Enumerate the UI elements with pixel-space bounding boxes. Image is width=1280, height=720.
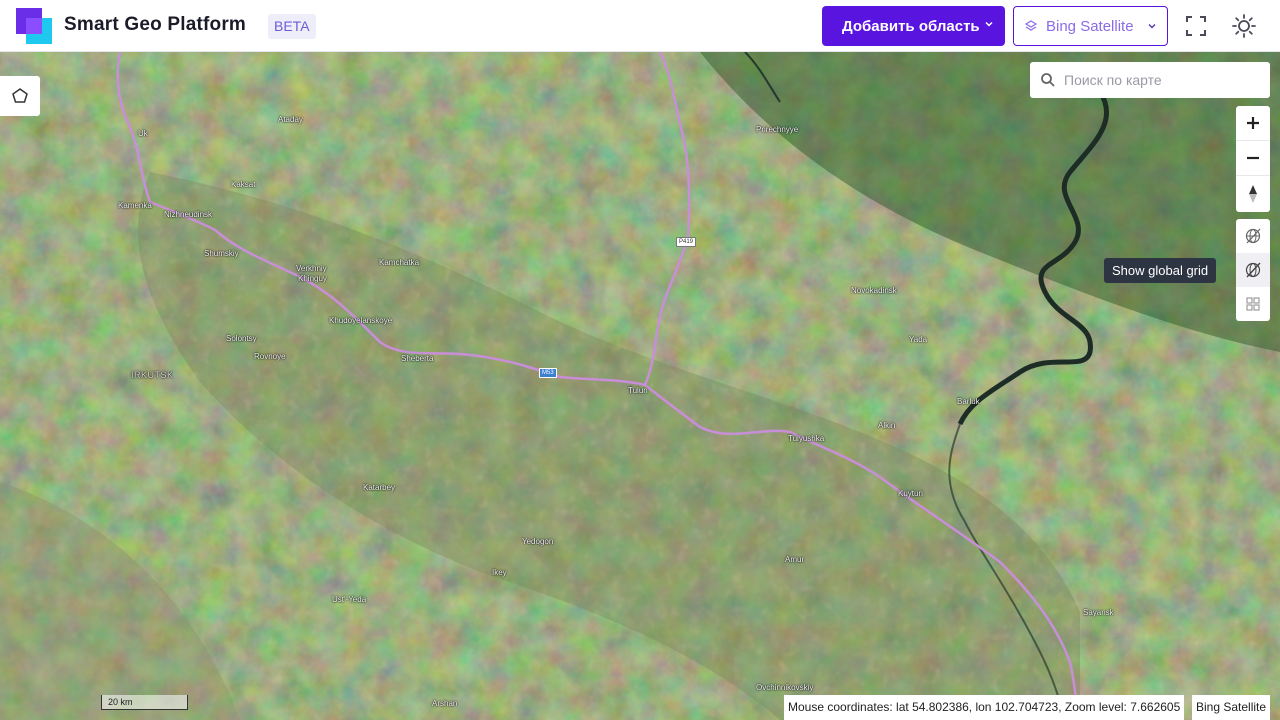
place-label: Ataday [278, 115, 303, 124]
plus-icon [1247, 117, 1259, 129]
minus-icon [1247, 156, 1259, 160]
place-label: Katarbey [363, 483, 396, 492]
add-area-button[interactable]: Добавить область [822, 6, 1005, 46]
tiles-icon [1246, 297, 1260, 311]
zoom-controls [1236, 106, 1270, 212]
place-label: Yada [909, 335, 928, 344]
place-label: Kaksat [231, 180, 256, 189]
place-label: Barluk [957, 397, 980, 406]
map-search [1030, 62, 1270, 98]
place-label: Rovnoye [254, 352, 286, 361]
place-label: Prirechnyye [756, 125, 799, 134]
road-shield: M53 [539, 368, 557, 378]
place-label: Kuytun [898, 489, 923, 498]
place-label: Kamchatka [379, 258, 420, 267]
place-label: Tulyushka [788, 434, 825, 443]
beta-badge: BETA [268, 14, 316, 39]
grid-icon [1245, 262, 1261, 278]
layer-select[interactable]: Bing Satellite [1013, 6, 1168, 46]
grid-hidden-icon [1245, 228, 1261, 244]
chevron-down-icon [985, 21, 993, 27]
map-attribution: Bing Satellite [1192, 695, 1271, 720]
polygon-icon [12, 88, 28, 103]
fullscreen-icon[interactable] [1182, 12, 1210, 40]
layer-select-label: Bing Satellite [1046, 17, 1134, 35]
mouse-coordinates: Mouse coordinates: lat 54.802386, lon 10… [784, 695, 1185, 720]
place-label: Khudoyelanskoye [329, 316, 393, 325]
draw-polygon-button[interactable] [0, 76, 40, 116]
zoom-out-button[interactable] [1236, 141, 1270, 176]
place-label: Verkhniy [296, 264, 327, 273]
place-label: Sheberta [401, 354, 434, 363]
road-shield: P419 [676, 237, 697, 247]
search-input[interactable] [1064, 72, 1254, 88]
logo-icon[interactable] [16, 8, 52, 44]
grid-toggle-button[interactable] [1236, 219, 1270, 253]
place-label: Khinguy [298, 274, 327, 283]
place-label: Novokadinsk [851, 286, 897, 295]
satellite-map[interactable]: Uk Ataday Kaksat Kamenka Nizhneudinsk Sh… [0, 52, 1280, 720]
place-label: Ust'-Yeda [332, 595, 367, 604]
grid-tools [1236, 219, 1270, 321]
place-label: Alkin [878, 421, 896, 430]
place-label: Solontsy [226, 334, 257, 343]
chevron-down-icon [1148, 23, 1156, 29]
place-label: Kamenka [118, 201, 152, 210]
layers-icon [1024, 20, 1038, 31]
compass-icon [1249, 184, 1257, 203]
place-label: Ovchinnikovskiy [756, 683, 814, 692]
add-area-label: Добавить область [842, 17, 980, 35]
top-header: Smart Geo Platform BETA Добавить область… [0, 0, 1280, 52]
place-label: Nizhneudinsk [164, 210, 213, 219]
search-icon [1041, 73, 1055, 87]
place-label: Arshan [432, 699, 458, 708]
place-label: Ikey [492, 568, 507, 577]
place-label: Shumskiy [204, 249, 239, 258]
place-label: Uk [138, 129, 148, 138]
tiles-button[interactable] [1236, 287, 1270, 321]
sun-icon[interactable] [1230, 12, 1258, 40]
zoom-in-button[interactable] [1236, 106, 1270, 141]
global-grid-button[interactable] [1236, 253, 1270, 287]
grid-tooltip: Show global grid [1104, 258, 1217, 283]
reset-north-button[interactable] [1236, 176, 1270, 211]
place-label: Sayansk [1083, 608, 1114, 617]
app-title: Smart Geo Platform [64, 14, 247, 35]
place-label: Amur [785, 555, 805, 564]
place-label: Tulun [628, 386, 648, 395]
place-label: Yedogon [522, 537, 554, 546]
scale-bar: 20 km [101, 695, 188, 710]
region-label: IRKUTSK [131, 370, 174, 380]
